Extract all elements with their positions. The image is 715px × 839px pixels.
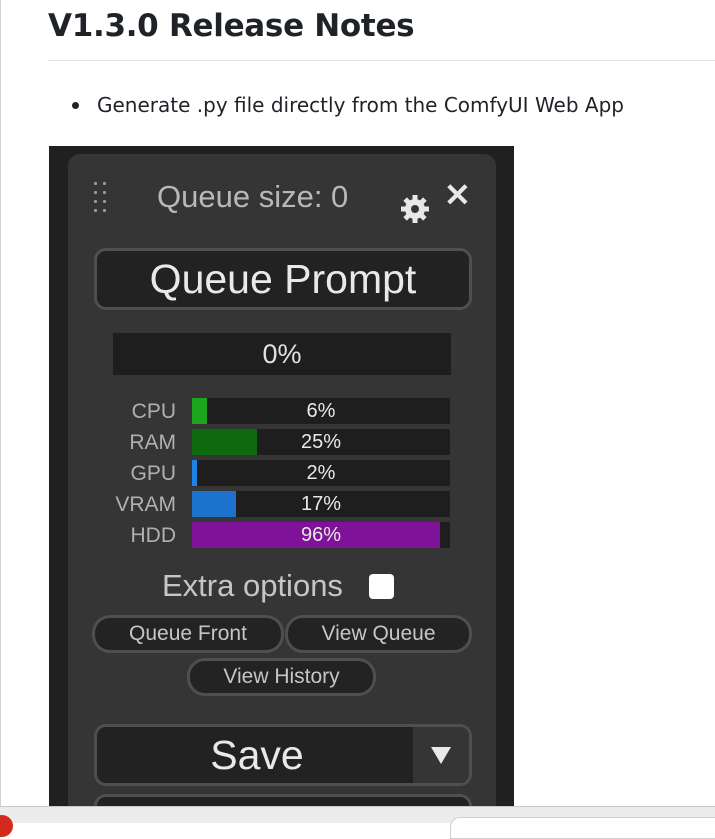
stat-row-cpu: CPU 6% [108, 398, 450, 425]
drag-handle-icon[interactable] [92, 182, 114, 212]
stat-bar: 2% [192, 460, 450, 486]
gear-icon[interactable] [400, 194, 430, 224]
stat-bar: 17% [192, 491, 450, 517]
close-icon[interactable]: ✕ [444, 179, 471, 211]
stat-bar: 25% [192, 429, 450, 455]
view-history-button[interactable]: View History [187, 658, 376, 696]
comfyui-screenshot: Queue size: 0 ✕ Queue Prompt 0% CPU 6% R… [49, 146, 514, 808]
progress-bar: 0% [113, 333, 451, 375]
stat-row-ram: RAM 25% [108, 429, 450, 456]
error-badge-icon [0, 815, 13, 837]
title-divider [48, 60, 715, 61]
stat-label: CPU [131, 400, 176, 423]
stat-row-vram: VRAM 17% [108, 491, 450, 518]
stat-label: VRAM [115, 493, 176, 516]
queue-prompt-button[interactable]: Queue Prompt [94, 248, 472, 310]
page-title: V1.3.0 Release Notes [48, 8, 415, 44]
stat-row-hdd: HDD 96% [108, 522, 450, 549]
bullet-icon [72, 102, 79, 109]
stat-label: RAM [129, 431, 176, 454]
list-item: Generate .py file directly from the Comf… [72, 88, 624, 122]
chevron-down-icon [431, 747, 451, 764]
extra-options-checkbox[interactable] [369, 574, 394, 599]
left-border [0, 0, 1, 808]
stat-bar: 6% [192, 398, 450, 424]
stat-value: 96% [300, 524, 342, 546]
release-notes-list: Generate .py file directly from the Comf… [72, 88, 624, 122]
extra-options-label: Extra options [162, 568, 343, 603]
queue-size-label: Queue size: 0 [157, 179, 349, 214]
stat-value: 17% [300, 493, 342, 515]
stat-label: HDD [130, 524, 177, 547]
view-queue-button[interactable]: View Queue [285, 615, 472, 653]
bottom-search-field[interactable] [450, 817, 715, 839]
stat-label: GPU [130, 462, 176, 485]
queue-front-button[interactable]: Queue Front [92, 615, 284, 653]
bottom-bar [0, 806, 715, 839]
stat-bar: 96% [192, 522, 450, 548]
stat-value: 2% [306, 462, 336, 484]
save-button[interactable]: Save [94, 724, 472, 786]
stat-row-gpu: GPU 2% [108, 460, 450, 487]
list-item-text: Generate .py file directly from the Comf… [97, 93, 624, 117]
save-label: Save [210, 732, 304, 778]
stat-value: 25% [300, 431, 342, 453]
queue-panel: Queue size: 0 ✕ Queue Prompt 0% CPU 6% R… [68, 154, 496, 808]
save-dropdown-toggle[interactable] [413, 727, 469, 783]
stat-value: 6% [306, 400, 336, 422]
